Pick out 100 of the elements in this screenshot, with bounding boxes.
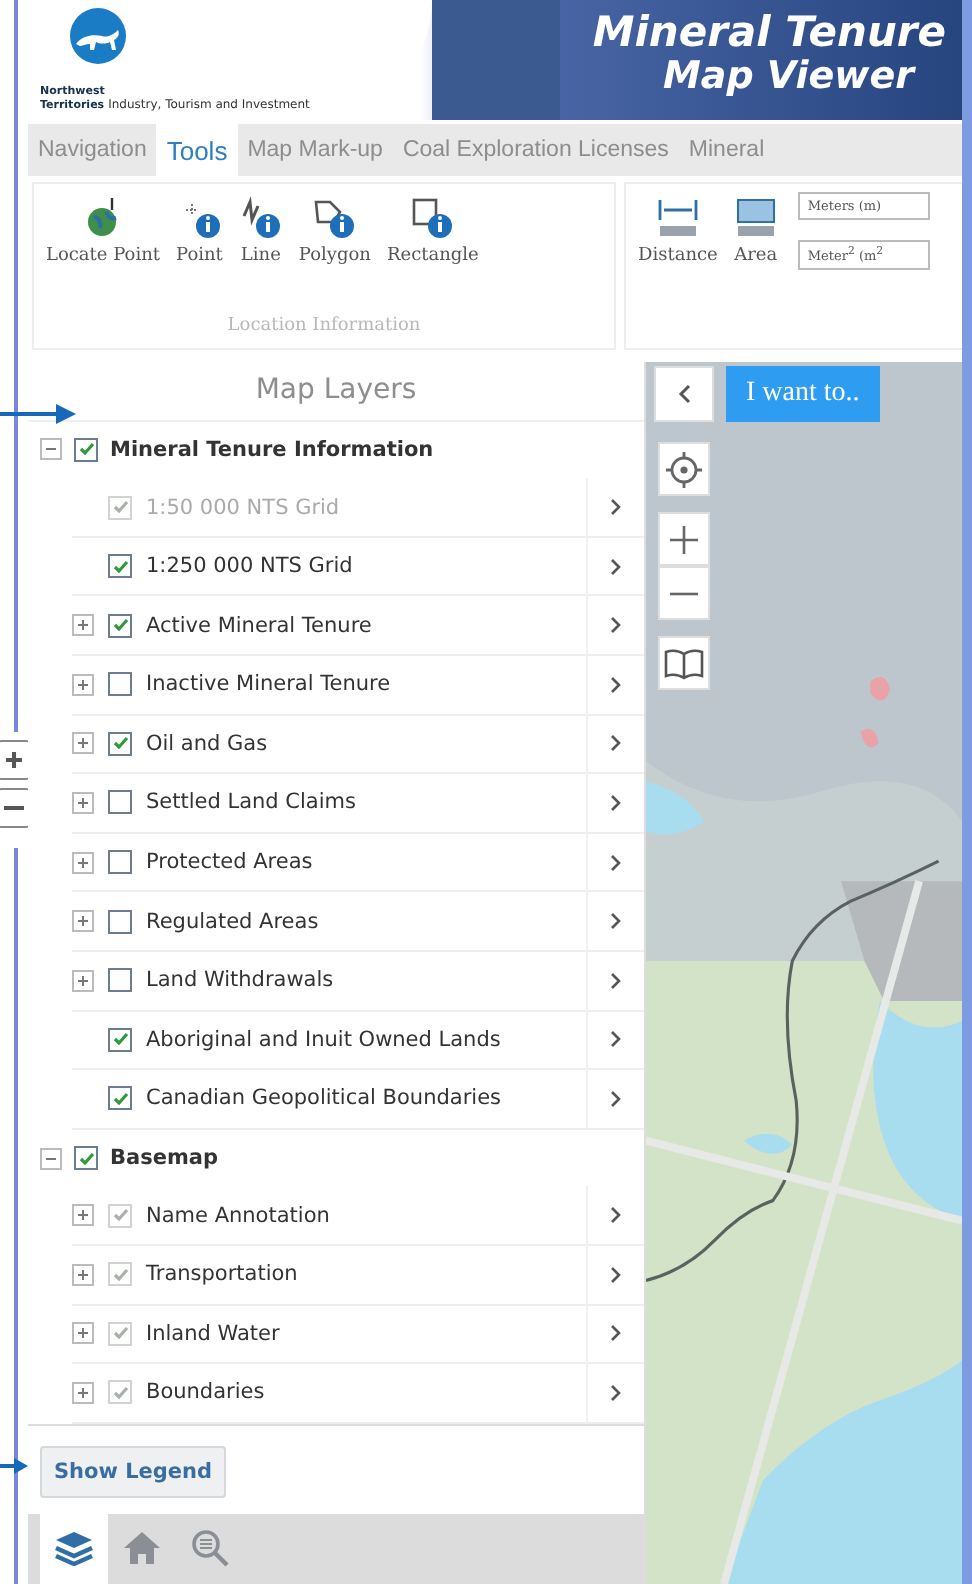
layer-label: Aboriginal and Inuit Owned Lands (146, 1027, 501, 1052)
chevron-right-icon (610, 616, 622, 635)
ribbon-tab[interactable]: Tools (156, 124, 238, 176)
layer-label: Boundaries (146, 1380, 265, 1405)
plus-icon (74, 1265, 92, 1284)
layer-label: 1:50 000 NTS Grid (146, 495, 340, 519)
panel-tab[interactable] (40, 1513, 108, 1584)
layer-label: Oil and Gas (146, 731, 268, 756)
crosshair-icon (666, 451, 702, 487)
expand-toggle[interactable] (72, 1263, 94, 1286)
search-icon (190, 1528, 230, 1569)
line-info-icon (238, 196, 283, 240)
tool-button[interactable]: Rectangle (378, 192, 487, 270)
bookmarks-button[interactable] (658, 636, 710, 690)
chevron-right-icon (610, 498, 622, 516)
chevron-right-icon (610, 1089, 622, 1108)
expand-toggle[interactable] (72, 1322, 94, 1345)
checkbox[interactable] (74, 437, 98, 462)
chevron-right-icon (610, 793, 622, 812)
app-title: Map Viewer (662, 56, 914, 96)
checkbox[interactable] (108, 850, 132, 875)
chevron-right-icon (610, 1030, 622, 1049)
checkbox[interactable] (108, 909, 132, 934)
minus-icon (4, 806, 24, 810)
chevron-right-icon (610, 1265, 622, 1284)
layer-group-label: Basemap (110, 1146, 219, 1171)
chevron-right-icon (610, 971, 622, 990)
plus-icon (668, 523, 700, 555)
layer-label: Name Annotation (146, 1203, 330, 1228)
collapse-toggle[interactable] (40, 1147, 62, 1170)
plus-icon (74, 675, 92, 694)
layer-label: Active Mineral Tenure (146, 613, 372, 638)
annotation-arrow (0, 1458, 28, 1474)
ruler-area-icon (733, 196, 778, 240)
checkbox[interactable] (108, 672, 132, 697)
collapse-panel-button[interactable] (654, 366, 714, 422)
chevron-left-icon (677, 384, 691, 404)
locate-button[interactable] (658, 442, 710, 496)
show-legend-button[interactable]: Show Legend (40, 1445, 227, 1498)
layer-label: Inland Water (146, 1321, 280, 1346)
chevron-right-icon (610, 1324, 622, 1343)
layer-label: Settled Land Claims (146, 790, 356, 815)
annotation-arrow (0, 404, 76, 424)
chevron-right-icon (610, 557, 622, 576)
layer-label: Transportation (146, 1262, 298, 1287)
expand-toggle[interactable] (72, 614, 94, 637)
chevron-right-icon (610, 853, 622, 872)
layer-label: 1:250 000 NTS Grid (146, 554, 353, 579)
layer-label: Inactive Mineral Tenure (146, 672, 391, 697)
layer-label: Protected Areas (146, 850, 313, 875)
plus-icon (74, 1206, 92, 1225)
chevron-right-icon (610, 734, 622, 753)
chevron-right-icon (610, 675, 622, 694)
layer-label: Regulated Areas (146, 909, 319, 934)
plus-icon (74, 734, 92, 753)
tool-button[interactable]: Line (230, 192, 291, 270)
plus-icon (4, 750, 24, 770)
chevron-right-icon (610, 912, 622, 931)
plus-icon (74, 971, 92, 990)
plus-icon (74, 853, 92, 872)
app-title: Mineral Tenure (592, 8, 946, 56)
expand-toggle[interactable] (72, 851, 94, 874)
chevron-right-icon (610, 1206, 622, 1225)
photo-placeholder (432, 0, 560, 120)
plus-icon (74, 912, 92, 931)
minus-icon (670, 591, 698, 595)
plus-icon (74, 1383, 92, 1402)
plus-icon (74, 616, 92, 635)
rectangle-info-icon (410, 196, 455, 240)
check-icon (77, 1149, 95, 1168)
expand-toggle[interactable] (72, 969, 94, 992)
tool-button[interactable]: Polygon (290, 192, 379, 270)
home-icon (122, 1530, 162, 1567)
tool-button[interactable]: Area (725, 192, 786, 271)
expand-toggle[interactable] (72, 673, 94, 696)
checkbox[interactable] (108, 790, 132, 815)
expand-toggle[interactable] (72, 910, 94, 933)
tool-button[interactable]: Distance (630, 192, 726, 271)
layers-icon (54, 1530, 94, 1567)
checkbox[interactable] (74, 1146, 98, 1171)
checkbox[interactable] (108, 968, 132, 993)
chevron-right-icon (610, 1383, 622, 1402)
collapse-toggle[interactable] (40, 438, 62, 461)
layer-group-label: Mineral Tenure Information (110, 437, 434, 462)
group-label: Location Information (225, 316, 423, 340)
book-icon (664, 647, 704, 679)
ruler-distance-icon (655, 196, 700, 240)
layer-label: Canadian Geopolitical Boundaries (146, 1086, 502, 1111)
polygon-info-icon (312, 196, 357, 240)
tool-button[interactable]: Point (168, 192, 231, 270)
bear-logo-icon (64, 8, 132, 68)
expand-toggle[interactable] (72, 732, 94, 755)
layer-label: Land Withdrawals (146, 968, 334, 993)
expand-toggle[interactable] (72, 1381, 94, 1404)
expand-toggle[interactable] (72, 791, 94, 814)
plus-icon (74, 793, 92, 812)
expand-toggle[interactable] (72, 1204, 94, 1227)
check-icon (77, 440, 95, 459)
tool-button[interactable]: Locate Point (38, 192, 169, 270)
plus-icon (74, 1324, 92, 1343)
